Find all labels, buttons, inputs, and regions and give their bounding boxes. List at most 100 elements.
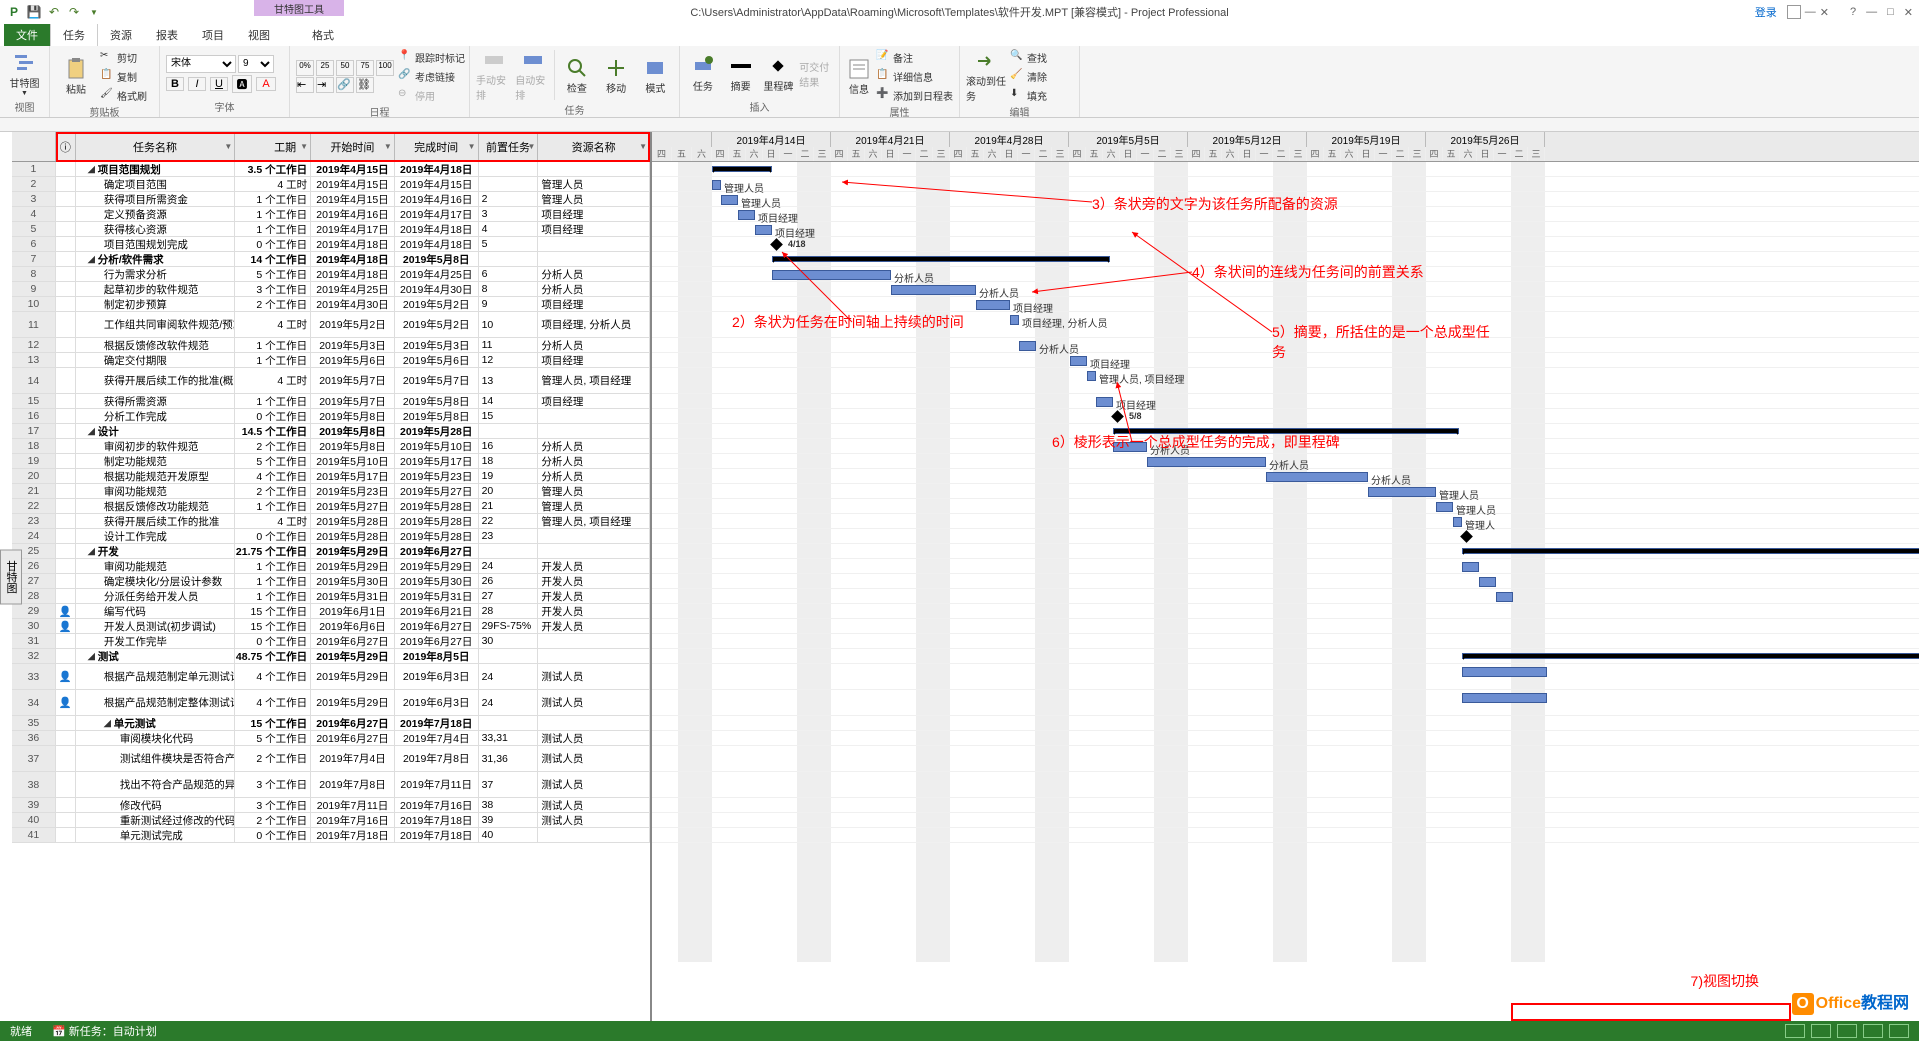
start-cell[interactable]: 2019年5月17日 xyxy=(311,469,395,483)
pred-cell[interactable]: 3 xyxy=(479,207,539,221)
resource-cell[interactable]: 测试人员 xyxy=(538,690,650,715)
row-number[interactable]: 7 xyxy=(12,252,56,266)
gantt-row[interactable] xyxy=(652,529,1919,544)
table-row[interactable]: 23获得开展后续工作的批准4 工时2019年5月28日2019年5月28日22管… xyxy=(12,514,650,529)
gantt-row[interactable]: 项目经理, 分析人员 xyxy=(652,312,1919,338)
table-row[interactable]: 8行为需求分析5 个工作日2019年4月18日2019年4月25日6分析人员 xyxy=(12,267,650,282)
duration-cell[interactable]: 15 个工作日 xyxy=(235,716,311,730)
pred-cell[interactable] xyxy=(479,162,539,176)
gantt-row[interactable]: 分析人员 xyxy=(652,267,1919,282)
milestone-marker[interactable] xyxy=(1111,410,1124,423)
summary-bar[interactable] xyxy=(1113,428,1459,434)
resource-cell[interactable]: 开发人员 xyxy=(538,559,650,573)
start-cell[interactable]: 2019年5月29日 xyxy=(311,649,395,663)
tab-task[interactable]: 任务 xyxy=(50,23,98,46)
row-number[interactable]: 20 xyxy=(12,469,56,483)
start-cell[interactable]: 2019年4月17日 xyxy=(311,222,395,236)
start-cell[interactable]: 2019年4月15日 xyxy=(311,192,395,206)
row-number[interactable]: 41 xyxy=(12,828,56,842)
duration-cell[interactable]: 2 个工作日 xyxy=(235,439,311,453)
table-row[interactable]: 14获得开展后续工作的批准(概念、期限和预算)4 工时2019年5月7日2019… xyxy=(12,368,650,394)
task-name-cell[interactable]: 制定初步预算 xyxy=(76,297,236,311)
end-cell[interactable]: 2019年6月27日 xyxy=(395,544,479,558)
end-cell[interactable]: 2019年5月7日 xyxy=(395,368,479,393)
resource-cell[interactable]: 管理人员 xyxy=(538,499,650,513)
underline-button[interactable]: U xyxy=(210,77,228,91)
task-bar[interactable]: 项目经理 xyxy=(755,225,772,235)
table-row[interactable]: 37测试组件模块是否符合产品规范2 个工作日2019年7月4日2019年7月8日… xyxy=(12,746,650,772)
header-end[interactable]: 完成时间▼ xyxy=(395,132,479,161)
row-number[interactable]: 21 xyxy=(12,484,56,498)
end-cell[interactable]: 2019年6月27日 xyxy=(395,634,479,648)
task-bar[interactable] xyxy=(1462,562,1479,572)
ribbon-minimize-icon[interactable]: — xyxy=(1805,6,1816,18)
row-number[interactable]: 40 xyxy=(12,813,56,827)
gantt-chart[interactable]: 2019年4月14日2019年4月21日2019年4月28日2019年5月5日2… xyxy=(652,132,1919,1021)
start-cell[interactable]: 2019年5月8日 xyxy=(311,439,395,453)
duration-cell[interactable]: 3 个工作日 xyxy=(235,772,311,797)
row-number[interactable]: 5 xyxy=(12,222,56,236)
task-name-cell[interactable]: 分析工作完成 xyxy=(76,409,236,423)
task-bar[interactable]: 项目经理 xyxy=(738,210,755,220)
end-cell[interactable]: 2019年5月23日 xyxy=(395,469,479,483)
row-number[interactable]: 22 xyxy=(12,499,56,513)
start-cell[interactable]: 2019年7月16日 xyxy=(311,813,395,827)
end-cell[interactable]: 2019年4月30日 xyxy=(395,282,479,296)
pred-cell[interactable]: 19 xyxy=(479,469,539,483)
resource-cell[interactable]: 项目经理 xyxy=(538,207,650,221)
outline-toggle-icon[interactable]: ◢ xyxy=(88,546,95,557)
end-cell[interactable]: 2019年5月28日 xyxy=(395,424,479,438)
duration-cell[interactable]: 1 个工作日 xyxy=(235,192,311,206)
pred-cell[interactable] xyxy=(479,649,539,663)
gantt-row[interactable] xyxy=(652,252,1919,267)
start-cell[interactable]: 2019年7月8日 xyxy=(311,772,395,797)
gantt-row[interactable] xyxy=(652,828,1919,843)
task-name-cell[interactable]: ◢开发 xyxy=(76,544,236,558)
table-row[interactable]: 41单元测试完成0 个工作日2019年7月18日2019年7月18日40 xyxy=(12,828,650,843)
outline-toggle-icon[interactable]: ◢ xyxy=(88,164,95,175)
gantt-view-button[interactable]: 甘特图▼ xyxy=(6,51,43,97)
manual-schedule-button[interactable]: 手动安排 xyxy=(476,48,511,102)
pred-cell[interactable]: 2 xyxy=(479,192,539,206)
gantt-row[interactable] xyxy=(652,746,1919,772)
end-cell[interactable]: 2019年5月2日 xyxy=(395,312,479,337)
pred-cell[interactable]: 12 xyxy=(479,353,539,367)
end-cell[interactable]: 2019年4月18日 xyxy=(395,162,479,176)
pred-cell[interactable]: 6 xyxy=(479,267,539,281)
gantt-row[interactable] xyxy=(652,424,1919,439)
header-start[interactable]: 开始时间▼ xyxy=(311,132,395,161)
pct-25-button[interactable]: 25 xyxy=(316,60,334,76)
end-cell[interactable]: 2019年7月11日 xyxy=(395,772,479,797)
resource-cell[interactable]: 开发人员 xyxy=(538,589,650,603)
resource-cell[interactable] xyxy=(538,649,650,663)
start-cell[interactable]: 2019年4月16日 xyxy=(311,207,395,221)
task-name-cell[interactable]: 审阅初步的软件规范 xyxy=(76,439,236,453)
task-name-cell[interactable]: 根据反馈修改软件规范 xyxy=(76,338,236,352)
task-name-cell[interactable]: 确定交付期限 xyxy=(76,353,236,367)
task-name-cell[interactable]: 工作组共同审阅软件规范/预算 xyxy=(76,312,236,337)
pct-100-button[interactable]: 100 xyxy=(376,60,394,76)
gantt-row[interactable]: 管理人员 xyxy=(652,177,1919,192)
find-button[interactable]: 🔍查找 xyxy=(1010,48,1047,66)
duration-cell[interactable]: 1 个工作日 xyxy=(235,338,311,352)
gantt-row[interactable] xyxy=(652,589,1919,604)
paste-button[interactable]: 粘贴 xyxy=(56,57,96,96)
pred-cell[interactable]: 8 xyxy=(479,282,539,296)
pred-cell[interactable]: 31,36 xyxy=(479,746,539,771)
start-cell[interactable]: 2019年4月15日 xyxy=(311,177,395,191)
end-cell[interactable]: 2019年7月8日 xyxy=(395,746,479,771)
view-resource-button[interactable] xyxy=(1863,1024,1883,1038)
resource-cell[interactable]: 管理人员 xyxy=(538,192,650,206)
end-cell[interactable]: 2019年5月8日 xyxy=(395,252,479,266)
start-cell[interactable]: 2019年5月28日 xyxy=(311,514,395,528)
gantt-row[interactable] xyxy=(652,634,1919,649)
header-res[interactable]: 资源名称▼ xyxy=(538,132,650,161)
task-name-cell[interactable]: ◢设计 xyxy=(76,424,236,438)
summary-bar[interactable] xyxy=(1462,548,1919,554)
redo-icon[interactable]: ↷ xyxy=(66,4,82,20)
table-row[interactable]: 9起草初步的软件规范3 个工作日2019年4月25日2019年4月30日8分析人… xyxy=(12,282,650,297)
resource-cell[interactable]: 测试人员 xyxy=(538,731,650,745)
end-cell[interactable]: 2019年5月10日 xyxy=(395,439,479,453)
duration-cell[interactable]: 1 个工作日 xyxy=(235,394,311,408)
outdent-button[interactable]: ⇤ xyxy=(296,77,314,93)
